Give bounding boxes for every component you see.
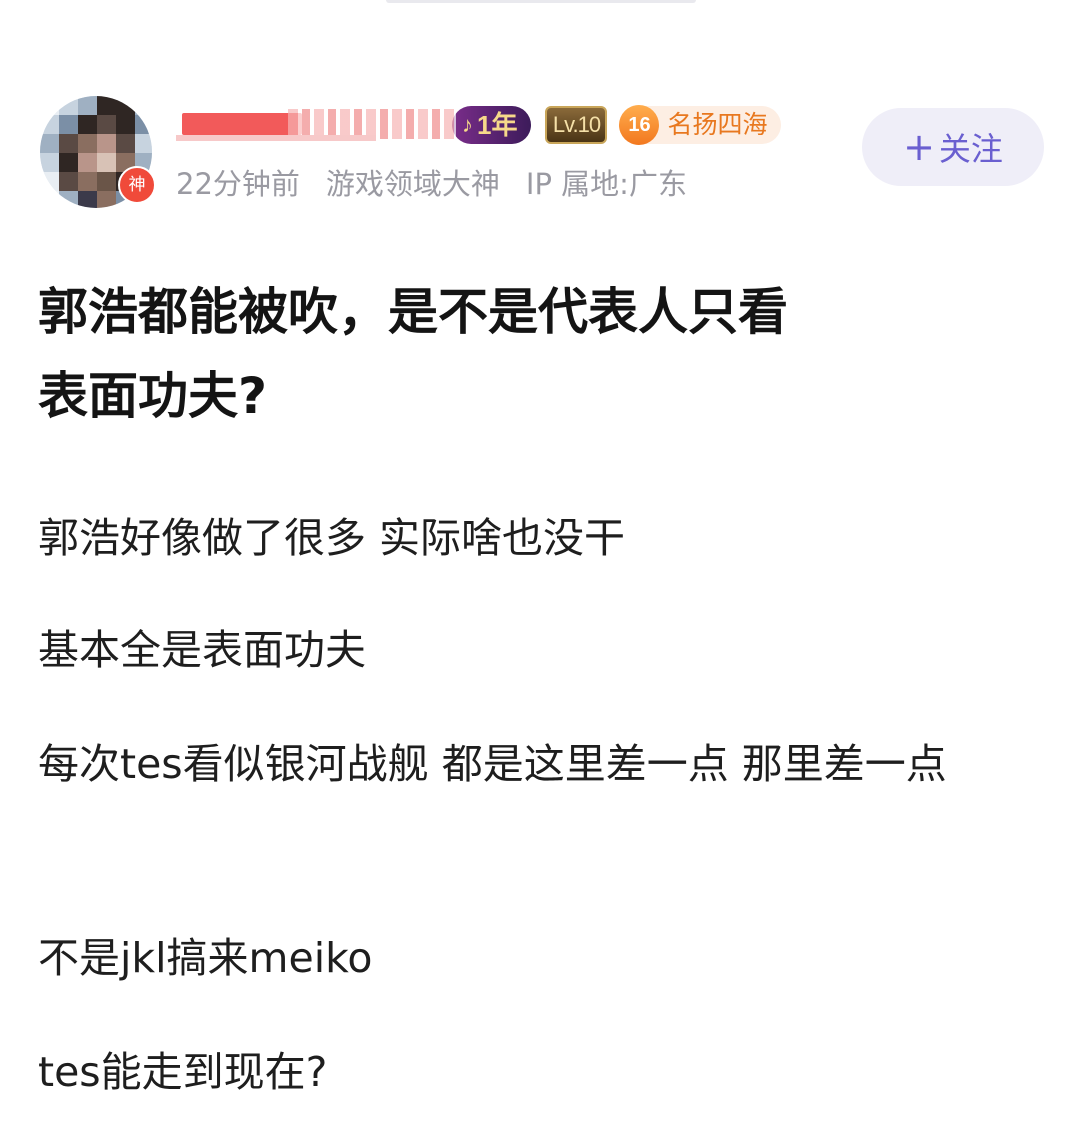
post-time: 22分钟前 <box>176 167 300 201</box>
post-paragraph-4: 不是jkl搞来meiko <box>38 934 373 982</box>
follow-button[interactable]: + 关注 <box>862 108 1044 186</box>
avatar-pixel <box>97 115 116 134</box>
avatar-pixel <box>97 134 116 153</box>
avatar-pixel <box>97 191 116 208</box>
avatar-pixel <box>97 172 116 191</box>
avatar-pixel <box>135 134 152 153</box>
post-title-line-2: 表面功夫? <box>38 367 268 425</box>
avatar-pixel <box>78 96 97 115</box>
post-paragraph-1: 郭浩好像做了很多 实际啥也没干 <box>38 514 626 562</box>
post-paragraph-3: 每次tes看似银河战舰 都是这里差一点 那里差一点 <box>38 740 947 788</box>
post-title: 郭浩都能被吹，是不是代表人只看 表面功夫? <box>38 270 1038 438</box>
avatar-pixel <box>116 96 135 115</box>
ip-location: IP 属地:广东 <box>525 167 687 201</box>
post-meta: 22分钟前 游戏领域大神 IP 属地:广东 <box>176 160 687 204</box>
avatar-pixel <box>40 191 59 208</box>
follow-label: 关注 <box>938 130 1003 168</box>
level-badge: Lv.10 <box>545 106 608 144</box>
avatar-pixel <box>78 191 97 208</box>
membership-year-label: 1年 <box>477 110 518 140</box>
avatar-pixel <box>78 134 97 153</box>
plus-icon: + <box>903 125 935 169</box>
avatar-pixel <box>59 153 78 172</box>
rank-title: 名扬四海 <box>667 110 768 139</box>
avatar-pixel <box>59 172 78 191</box>
rank-badge: 16 名扬四海 <box>619 105 782 145</box>
avatar-pixel <box>116 134 135 153</box>
post-paragraph-5: tes能走到现在? <box>38 1048 328 1096</box>
music-note-icon: ♪ <box>462 112 473 137</box>
avatar-pixel <box>78 172 97 191</box>
avatar-pixel <box>59 96 78 115</box>
avatar-pixel <box>135 115 152 134</box>
author-avatar[interactable]: 神 <box>40 96 156 208</box>
avatar-pixel <box>40 115 59 134</box>
avatar-pixel <box>59 134 78 153</box>
avatar-pixel <box>78 115 97 134</box>
post-title-line-1: 郭浩都能被吹，是不是代表人只看 <box>38 283 788 341</box>
avatar-pixel <box>59 191 78 208</box>
author-role: 游戏领域大神 <box>325 167 500 201</box>
avatar-pixel <box>59 115 78 134</box>
avatar-pixel <box>97 153 116 172</box>
post-header: 神 ♪ 1年 Lv.10 16 名扬四海 22分钟前 游戏领域大神 IP 属地:… <box>0 0 1080 230</box>
avatar-pixel <box>40 134 59 153</box>
avatar-pixel <box>135 96 152 115</box>
avatar-pixel <box>78 153 97 172</box>
author-username-redacted[interactable] <box>176 105 458 145</box>
avatar-pixel <box>40 153 59 172</box>
god-badge: 神 <box>118 166 156 204</box>
avatar-pixel <box>40 172 59 191</box>
avatar-pixel <box>97 96 116 115</box>
rank-number: 16 <box>619 105 660 145</box>
author-name-row: ♪ 1年 Lv.10 16 名扬四海 <box>176 104 782 146</box>
post-paragraph-2: 基本全是表面功夫 <box>38 626 366 674</box>
avatar-pixel <box>116 115 135 134</box>
membership-year-badge: ♪ 1年 <box>452 106 532 144</box>
avatar-pixel <box>40 96 59 115</box>
